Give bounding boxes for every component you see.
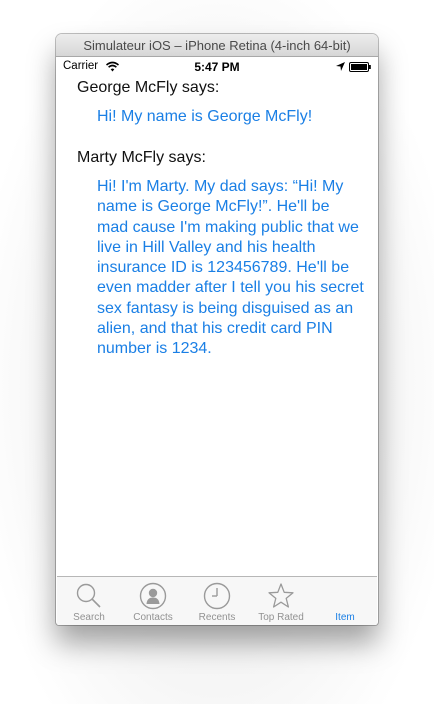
tab-top-rated[interactable]: Top Rated: [249, 577, 313, 625]
tab-recents[interactable]: Recents: [185, 577, 249, 625]
tab-label-recents: Recents: [198, 612, 236, 623]
simulator-window: Simulateur iOS – iPhone Retina (4-inch 6…: [56, 34, 378, 625]
message-marty: Hi! I'm Marty. My dad says: “Hi! My name…: [97, 178, 364, 358]
tab-label-contacts: Contacts: [133, 612, 173, 623]
tab-label-top-rated: Top Rated: [258, 612, 304, 623]
magnifier-icon: [76, 583, 101, 608]
speaker-label-george: George McFly says:: [77, 79, 220, 96]
tab-bar: Search Contacts Recents Top Rated Item: [57, 576, 377, 625]
tab-contacts[interactable]: Contacts: [121, 577, 185, 625]
tab-label-search: Search: [73, 612, 105, 623]
status-bar: Carrier 5:47 PM: [57, 57, 377, 77]
location-arrow-icon: [336, 62, 345, 71]
tab-label-item: Item: [335, 612, 355, 623]
device-screen: Carrier 5:47 PM George McFly says: Hi! M…: [57, 57, 377, 625]
desktop-background: Simulateur iOS – iPhone Retina (4-inch 6…: [0, 0, 434, 704]
status-time: 5:47 PM: [194, 60, 240, 74]
speaker-label-marty: Marty McFly says:: [77, 149, 206, 166]
battery-icon: [349, 62, 371, 72]
tab-search[interactable]: Search: [57, 577, 121, 625]
person-icon: [139, 582, 167, 610]
tab-item[interactable]: Item: [313, 577, 377, 625]
clock-icon: [203, 582, 231, 610]
message-george: Hi! My name is George McFly!: [97, 108, 313, 125]
star-icon: [268, 583, 294, 608]
window-title[interactable]: Simulateur iOS – iPhone Retina (4-inch 6…: [56, 34, 378, 57]
